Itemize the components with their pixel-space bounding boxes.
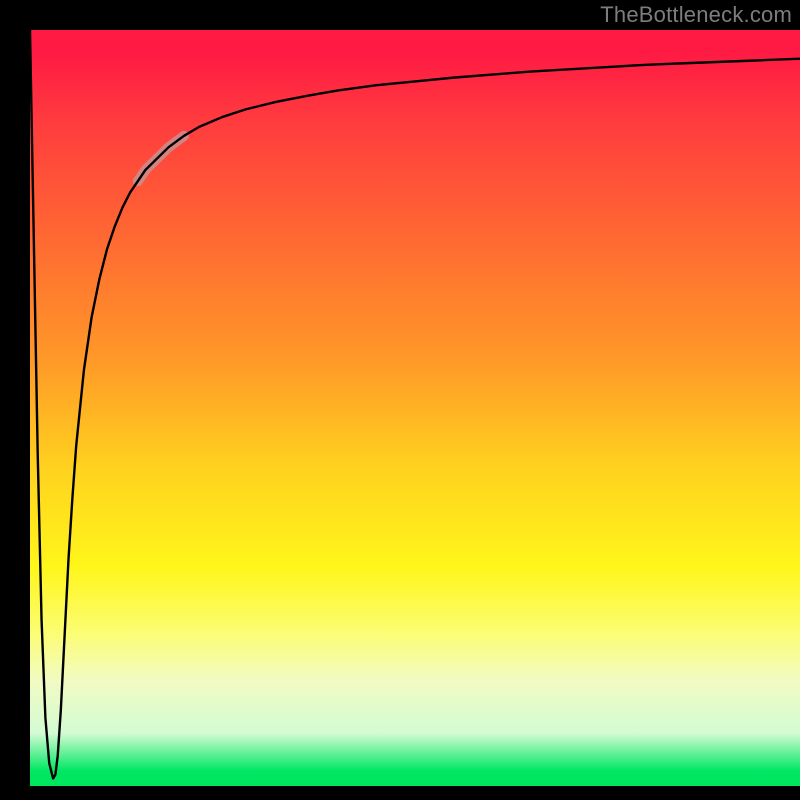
chart-frame: TheBottleneck.com bbox=[0, 0, 800, 800]
gradient-plot-area bbox=[30, 30, 800, 786]
watermark-text: TheBottleneck.com bbox=[600, 2, 792, 28]
